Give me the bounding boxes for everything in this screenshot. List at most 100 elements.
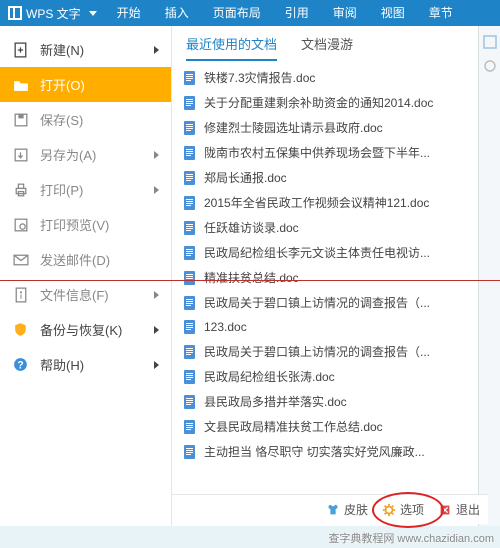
menu-backup[interactable]: 备份与恢复(K) bbox=[0, 312, 171, 347]
file-row[interactable]: 文县民政局精准扶贫工作总结.doc bbox=[172, 414, 499, 439]
menu-label: 帮助(H) bbox=[40, 355, 84, 374]
menu-preview[interactable]: 打印预览(V) bbox=[0, 207, 171, 242]
file-name: 民政局关于碧口镇上访情况的调查报告（... bbox=[204, 343, 469, 360]
doc-icon bbox=[182, 344, 198, 360]
file-name: 文县民政局精准扶贫工作总结.doc bbox=[204, 418, 469, 435]
sidebar-btn[interactable] bbox=[482, 58, 498, 74]
file-row[interactable]: 123.doc bbox=[172, 315, 499, 339]
menu-label: 文件信息(F) bbox=[40, 285, 109, 304]
menu-info[interactable]: 文件信息(F) bbox=[0, 277, 171, 312]
file-name: 铁楼7.3灾情报告.doc bbox=[204, 69, 469, 86]
options-button[interactable]: 选项 bbox=[382, 501, 424, 518]
menu-label: 保存(S) bbox=[40, 110, 83, 129]
file-row[interactable]: 民政局关于碧口镇上访情况的调查报告（... bbox=[172, 339, 499, 364]
file-name: 修建烈士陵园选址请示县政府.doc bbox=[204, 119, 469, 136]
file-name: 民政局关于碧口镇上访情况的调查报告（... bbox=[204, 294, 469, 311]
menu-help[interactable]: ? 帮助(H) bbox=[0, 347, 171, 382]
ribbon-tab[interactable]: 视图 bbox=[369, 0, 417, 26]
file-name: 主动担当 恪尽职守 切实落实好党风廉政... bbox=[204, 443, 469, 460]
menu-save[interactable]: 保存(S) bbox=[0, 102, 171, 137]
menu-print[interactable]: 打印(P) bbox=[0, 172, 171, 207]
menu-send[interactable]: 发送邮件(D) bbox=[0, 242, 171, 277]
app-logo[interactable]: WPS 文字 bbox=[0, 5, 105, 22]
file-row[interactable]: 2015年全省民政工作视频会议精神121.doc bbox=[172, 190, 499, 215]
file-name: 县民政局多措并举落实.doc bbox=[204, 393, 469, 410]
ribbon-tab[interactable]: 插入 bbox=[153, 0, 201, 26]
menu-saveas[interactable]: 另存为(A) bbox=[0, 137, 171, 172]
sidebar-btn[interactable] bbox=[482, 34, 498, 50]
doc-icon bbox=[182, 444, 198, 460]
doc-icon bbox=[182, 120, 198, 136]
right-sidebar bbox=[478, 26, 500, 526]
file-row[interactable]: 县民政局多措并举落实.doc bbox=[172, 389, 499, 414]
menu-label: 另存为(A) bbox=[40, 145, 96, 164]
doc-icon bbox=[182, 419, 198, 435]
file-row[interactable]: 民政局纪检组长李元文谈主体责任电视访... bbox=[172, 240, 499, 265]
annotation-line bbox=[0, 280, 500, 281]
ribbon-tabs: 开始插入页面布局引用审阅视图章节 bbox=[105, 0, 465, 26]
doc-icon bbox=[182, 70, 198, 86]
file-info-icon bbox=[12, 286, 30, 304]
file-plus-icon bbox=[12, 41, 30, 59]
file-row[interactable]: 精准扶贫总结.doc bbox=[172, 265, 499, 290]
ribbon-tab[interactable]: 审阅 bbox=[321, 0, 369, 26]
tab-recent[interactable]: 最近使用的文档 bbox=[186, 34, 277, 61]
watermark: 查字典教程网 www.chazidian.com bbox=[328, 530, 494, 546]
ribbon-tab[interactable]: 引用 bbox=[273, 0, 321, 26]
file-name: 民政局纪检组长李元文谈主体责任电视访... bbox=[204, 244, 469, 261]
tab-roam[interactable]: 文档漫游 bbox=[301, 34, 353, 61]
file-row[interactable]: 任跃雄访谈录.doc bbox=[172, 215, 499, 240]
doc-icon bbox=[182, 145, 198, 161]
skin-label: 皮肤 bbox=[344, 501, 368, 518]
file-row[interactable]: 民政局关于碧口镇上访情况的调查报告（... bbox=[172, 290, 499, 315]
file-row[interactable]: 修建烈士陵园选址请示县政府.doc bbox=[172, 115, 499, 140]
ribbon-tab[interactable]: 开始 bbox=[105, 0, 153, 26]
menu-label: 备份与恢复(K) bbox=[40, 320, 122, 339]
file-row[interactable]: 铁楼7.3灾情报告.doc bbox=[172, 65, 499, 90]
ribbon-tab[interactable]: 页面布局 bbox=[201, 0, 273, 26]
doc-icon bbox=[182, 270, 198, 286]
wps-icon bbox=[8, 6, 22, 20]
file-name: 任跃雄访谈录.doc bbox=[204, 219, 469, 236]
file-name: 郑局长通报.doc bbox=[204, 169, 469, 186]
ribbon-tab[interactable]: 章节 bbox=[417, 0, 465, 26]
doc-icon bbox=[182, 319, 198, 335]
chevron-right-icon bbox=[154, 361, 159, 369]
chevron-right-icon bbox=[154, 46, 159, 54]
exit-label: 退出 bbox=[456, 501, 480, 518]
file-row[interactable]: 民政局纪检组长张涛.doc bbox=[172, 364, 499, 389]
exit-button[interactable]: 退出 bbox=[438, 501, 480, 518]
file-name: 123.doc bbox=[204, 320, 469, 334]
file-row[interactable]: 陇南市农村五保集中供养现场会暨下半年... bbox=[172, 140, 499, 165]
app-name: WPS 文字 bbox=[26, 5, 81, 22]
doc-icon bbox=[182, 170, 198, 186]
printer-icon bbox=[12, 181, 30, 199]
menu-label: 打开(O) bbox=[40, 75, 85, 94]
mail-icon bbox=[12, 251, 30, 269]
file-name: 民政局纪检组长张涛.doc bbox=[204, 368, 469, 385]
floppy-icon bbox=[12, 111, 30, 129]
doc-icon bbox=[182, 245, 198, 261]
menu-open[interactable]: 打开(O) bbox=[0, 67, 171, 102]
file-name: 关于分配重建剩余补助资金的通知2014.doc bbox=[204, 94, 469, 111]
doc-icon bbox=[182, 369, 198, 385]
chevron-down-icon bbox=[89, 11, 97, 16]
doc-icon bbox=[182, 394, 198, 410]
skin-button[interactable]: 皮肤 bbox=[326, 501, 368, 518]
help-icon: ? bbox=[12, 356, 30, 374]
shield-icon bbox=[12, 321, 30, 339]
doc-icon bbox=[182, 220, 198, 236]
floppy-arrow-icon bbox=[12, 146, 30, 164]
menu-new[interactable]: 新建(N) bbox=[0, 32, 171, 67]
doc-icon bbox=[182, 95, 198, 111]
recent-files-list: 铁楼7.3灾情报告.doc 关于分配重建剩余补助资金的通知2014.doc 修建烈士… bbox=[172, 61, 499, 526]
file-row[interactable]: 郑局长通报.doc bbox=[172, 165, 499, 190]
file-row[interactable]: 关于分配重建剩余补助资金的通知2014.doc bbox=[172, 90, 499, 115]
file-name: 2015年全省民政工作视频会议精神121.doc bbox=[204, 194, 469, 211]
file-menu: 新建(N) 打开(O) 保存(S) 另存为(A) 打印(P)打印预览(V)发送邮件(D)… bbox=[0, 26, 172, 526]
file-name: 陇南市农村五保集中供养现场会暨下半年... bbox=[204, 144, 469, 161]
doc-icon bbox=[182, 195, 198, 211]
file-name: 精准扶贫总结.doc bbox=[204, 269, 469, 286]
folder-open-icon bbox=[12, 76, 30, 94]
file-row[interactable]: 主动担当 恪尽职守 切实落实好党风廉政... bbox=[172, 439, 499, 464]
